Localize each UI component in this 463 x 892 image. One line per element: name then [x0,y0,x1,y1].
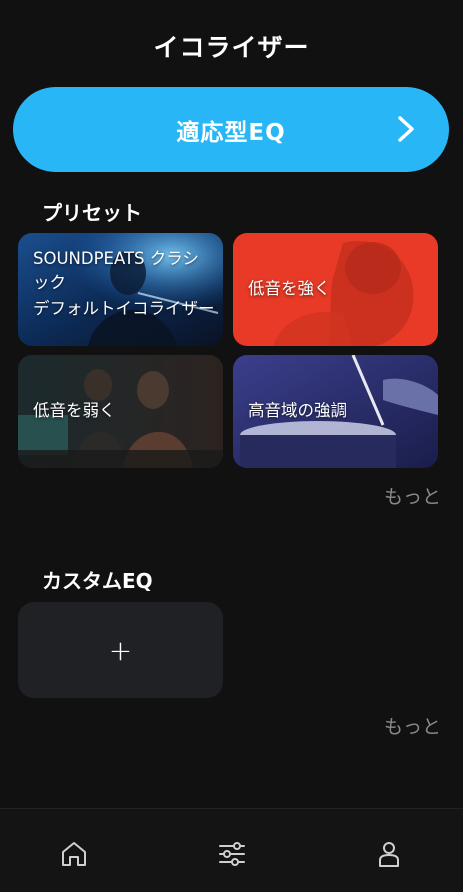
custom-eq-section-title: カスタムEQ [42,569,153,593]
preset-bass-reduce-label: 低音を弱く [33,401,116,420]
chevron-right-icon [398,116,414,142]
preset-classical-line2: ック [33,273,66,292]
preset-treble-boost-label: 高音域の強調 [248,401,347,420]
presets-more-link[interactable]: もっと [384,482,441,509]
equalizer-sliders-icon[interactable] [217,839,247,869]
plus-icon: + [108,633,133,667]
adaptive-eq-label: 適応型EQ [176,119,286,146]
preset-card-bass-boost[interactable]: 低音を強く [233,233,438,346]
presets-section-title: プリセット [42,201,142,225]
preset-bass-boost-label: 低音を強く [248,279,331,298]
add-custom-eq-button[interactable]: + [18,602,223,698]
preset-card-treble-boost[interactable]: 高音域の強調 [233,355,438,468]
adaptive-eq-button[interactable]: 適応型EQ [13,87,449,172]
page-title: イコライザー [153,33,310,62]
preset-card-bass-reduce[interactable]: 低音を弱く [18,355,223,468]
profile-icon[interactable] [374,839,404,869]
home-icon[interactable] [59,839,89,869]
preset-card-classical[interactable]: SOUNDPEATS クラシ ック デフォルトイコライザー [18,233,223,346]
preset-classical-line3: デフォルトイコライザー [33,299,215,318]
custom-eq-more-link[interactable]: もっと [384,712,441,739]
bottom-nav [0,808,463,892]
preset-classical-line1: SOUNDPEATS クラシ [33,249,199,268]
